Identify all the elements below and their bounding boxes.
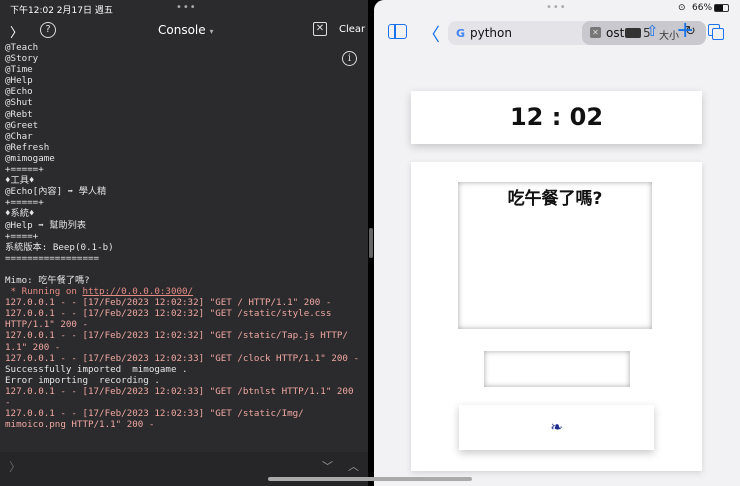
search-text: python (470, 26, 512, 40)
console-line: 127.0.0.1 - - [17/Feb/2023 12:02:33] "GE… (5, 408, 304, 420)
console-navbar: 〉 ? Console ▾ ✕ Clear (0, 16, 368, 44)
chevron-right-icon[interactable]: 〉 (10, 22, 23, 41)
console-line: 1.1" 200 - (5, 341, 61, 353)
console-line: @Help (5, 75, 33, 87)
console-line: +=====+ (5, 197, 44, 209)
safari-toolbar: 〈 G python ✕ ost 5 大小 ↻ ⇧ + (374, 18, 740, 50)
console-line: HTTP/1.1" 200 - (5, 319, 88, 331)
chevron-up-icon[interactable]: ︿ (348, 458, 359, 474)
console-line: - (5, 397, 11, 408)
send-button[interactable]: ❧ (459, 405, 654, 450)
console-line: ♦工具♦ (5, 175, 35, 187)
message-display: 吃午餐了嗎? (458, 182, 652, 329)
tabs-overview-icon[interactable] (708, 24, 724, 40)
console-title[interactable]: Console ▾ (158, 23, 213, 37)
console-pane: 下午12:02 2月17日 週五 ••• 〉 ? Console ▾ ✕ Cle… (0, 0, 368, 486)
tab-title: ost (606, 26, 625, 40)
status-bar: 下午12:02 2月17日 週五 ••• (0, 0, 368, 16)
console-title-label: Console (158, 23, 206, 37)
info-icon[interactable]: i (342, 51, 357, 66)
back-icon[interactable]: 〈 (422, 21, 440, 47)
status-bar-right: ••• ⊙ 66% (374, 0, 740, 16)
web-content: 12 : 02 吃午餐了嗎? ❧ (374, 52, 740, 486)
console-line: @Shut (5, 97, 33, 109)
prompt-icon[interactable]: 〉 (9, 458, 21, 475)
browser-pane: ••• ⊙ 66% 〈 G python ✕ ost 5 大小 ↻ ⇧ + 12… (374, 0, 740, 486)
console-line: Successfully imported mimogame . (5, 363, 188, 375)
battery-icon (714, 4, 729, 12)
console-line: 127.0.0.1 - - [17/Feb/2023 12:02:32] "GE… (5, 308, 332, 320)
close-tab-icon[interactable]: ✕ (590, 27, 601, 38)
console-line: @Time (5, 64, 33, 76)
clock-time: 12 : 02 (509, 103, 604, 131)
console-line: @Story (5, 53, 39, 65)
console-line: 127.0.0.1 - - [17/Feb/2023 12:02:32] "GE… (5, 330, 348, 342)
console-line: ♦系統♦ (5, 208, 35, 220)
close-icon[interactable]: ✕ (313, 22, 327, 36)
console-line: * Running on http://0.0.0.0:3000/ (5, 286, 194, 298)
message-text: 吃午餐了嗎? (507, 189, 603, 209)
console-line: mimoico.png HTTP/1.1" 200 - (5, 419, 155, 431)
console-line: @Echo[內容] ➡ 學人精 (5, 186, 107, 198)
console-line: 127.0.0.1 - - [17/Feb/2023 12:02:33] "GE… (5, 385, 354, 397)
caret-down-icon: ▾ (209, 27, 214, 36)
console-line: @Help ➡ 幫助列表 (5, 219, 87, 231)
address-bar[interactable]: G python ✕ ost 5 大小 ↻ (448, 21, 706, 45)
console-line: 系統版本: Beep(0.1-b) (5, 241, 114, 253)
console-line: 127.0.0.1 - - [17/Feb/2023 12:02:32] "GE… (5, 297, 332, 309)
new-tab-icon[interactable]: + (676, 18, 694, 43)
battery-percent: 66% (692, 3, 713, 13)
sidebar-toggle-icon[interactable] (388, 24, 407, 39)
status-time: 下午12:02 2月17日 週五 (10, 6, 113, 16)
extension-icon[interactable] (625, 28, 641, 38)
console-line: @Char (5, 130, 33, 142)
split-handle[interactable] (369, 228, 373, 258)
help-icon[interactable]: ? (40, 22, 56, 38)
console-line: @Greet (5, 119, 39, 131)
console-line: @mimogame (5, 152, 55, 164)
console-line: @Echo (5, 86, 33, 98)
leaf-icon: ❧ (550, 418, 563, 436)
console-line: +=====+ (5, 164, 44, 176)
multitasking-dots-icon[interactable]: ••• (546, 2, 567, 13)
console-line: @Teach (5, 42, 39, 53)
message-input[interactable] (484, 351, 630, 387)
console-line: +====+ (5, 230, 39, 242)
clear-button[interactable]: Clear (339, 24, 365, 35)
share-icon[interactable]: ⇧ (646, 22, 659, 40)
console-line: Error importing recording . (5, 374, 160, 386)
multitasking-dots-icon[interactable]: ••• (176, 2, 197, 13)
console-line: @Refresh (5, 141, 50, 153)
server-url-link[interactable]: http://0.0.0.0:3000/ (82, 286, 193, 297)
wifi-icon: ⊙ (678, 3, 686, 13)
home-indicator[interactable] (268, 477, 472, 481)
console-line: @Rebt (5, 108, 33, 120)
google-icon: G (456, 27, 466, 40)
console-line: ================= (5, 252, 100, 264)
console-line: 127.0.0.1 - - [17/Feb/2023 12:02:33] "GE… (5, 352, 360, 364)
console-output: @Teach @Story @Time @Help @Echo @Shut @Rebt @Gr… (5, 42, 365, 430)
chevron-down-icon[interactable]: ﹀ (322, 458, 333, 474)
chat-card: 吃午餐了嗎? ❧ (411, 162, 702, 471)
clock-card: 12 : 02 (411, 91, 702, 144)
console-line: Mimo: 吃午餐了嗎? (5, 274, 90, 286)
